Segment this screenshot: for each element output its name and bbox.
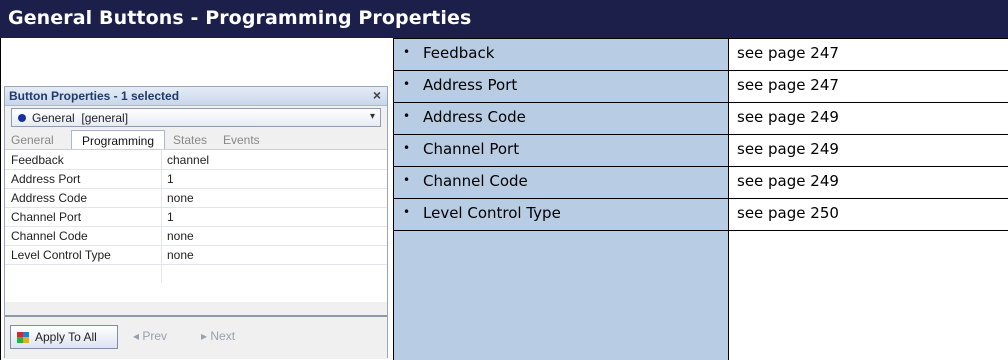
panel-toolbar: Apply To All ◂ Prev ▸ Next	[5, 315, 387, 359]
panel-tabs: General Programming States Events	[5, 130, 387, 149]
property-row: • Address Port	[394, 71, 729, 102]
bullet-icon: •	[403, 45, 411, 59]
grid-row[interactable]: Channel Code none	[5, 226, 387, 246]
grid-value[interactable]: channel	[167, 153, 209, 167]
property-name: Feedback	[423, 44, 495, 62]
apply-all-icon	[17, 332, 29, 343]
grid-row[interactable]: Address Port 1	[5, 169, 387, 189]
grid-row[interactable]: Level Control Type none	[5, 245, 387, 265]
grid-value[interactable]: 1	[167, 172, 174, 186]
page-reference[interactable]: see page 249	[737, 172, 839, 190]
section-title: General Buttons - Programming Properties	[8, 7, 472, 29]
grid-key: Channel Code	[11, 229, 88, 243]
property-name: Address Port	[423, 76, 518, 94]
button-properties-panel: Button Properties - 1 selected × General…	[4, 86, 388, 359]
property-name: Level Control Type	[423, 204, 561, 222]
grid-row[interactable]: Channel Port 1	[5, 207, 387, 227]
property-row: • Channel Code	[394, 167, 729, 198]
property-name: Channel Port	[423, 140, 520, 158]
property-row: • Feedback	[394, 39, 729, 70]
property-grid: Feedback channel Address Port 1 Address …	[5, 149, 387, 302]
tab-programming[interactable]: Programming	[71, 130, 165, 149]
prev-button[interactable]: ◂ Prev	[133, 329, 167, 343]
grid-key: Address Code	[11, 191, 88, 205]
button-type-dropdown[interactable]: General [general] ▾	[11, 108, 381, 127]
property-row: • Address Code	[394, 103, 729, 134]
property-reference: see page 250	[729, 199, 1008, 230]
page-reference[interactable]: see page 249	[737, 140, 839, 158]
property-reference: see page 247	[729, 39, 1008, 70]
bullet-icon: •	[403, 173, 411, 187]
grid-value[interactable]: none	[167, 229, 194, 243]
property-name: Channel Code	[423, 172, 528, 190]
dropdown-value: General [general]	[32, 111, 129, 125]
apply-to-all-button[interactable]: Apply To All	[10, 325, 118, 349]
bullet-icon: •	[403, 77, 411, 91]
tab-states[interactable]: States	[171, 130, 217, 149]
property-row: • Level Control Type	[394, 199, 729, 230]
grid-key: Address Port	[11, 172, 81, 186]
apply-to-all-label: Apply To All	[35, 330, 97, 344]
property-row: • Channel Port	[394, 135, 729, 166]
tab-events[interactable]: Events	[221, 130, 273, 149]
page-reference[interactable]: see page 249	[737, 108, 839, 126]
bullet-dot-icon	[18, 114, 26, 122]
section-title-bar: General Buttons - Programming Properties	[0, 0, 1008, 38]
panel-title-bar: Button Properties - 1 selected ×	[5, 87, 387, 106]
grid-value[interactable]: none	[167, 248, 194, 262]
property-reference: see page 249	[729, 135, 1008, 166]
property-reference: see page 247	[729, 71, 1008, 102]
grid-value[interactable]: none	[167, 191, 194, 205]
grid-row[interactable]: Address Code none	[5, 188, 387, 208]
grid-row[interactable]: Feedback channel	[5, 150, 387, 170]
row-divider	[394, 230, 1008, 231]
close-icon[interactable]: ×	[373, 87, 381, 103]
property-reference: see page 249	[729, 167, 1008, 198]
grid-key: Channel Port	[11, 210, 82, 224]
tab-general[interactable]: General	[9, 130, 67, 149]
page-reference[interactable]: see page 247	[737, 76, 839, 94]
bullet-icon: •	[403, 109, 411, 123]
grid-key: Feedback	[11, 153, 64, 167]
property-name: Address Code	[423, 108, 526, 126]
chevron-down-icon[interactable]: ▾	[370, 111, 375, 122]
panel-title: Button Properties - 1 selected	[9, 89, 180, 103]
bullet-icon: •	[403, 141, 411, 155]
next-button[interactable]: ▸ Next	[201, 329, 235, 343]
page-reference[interactable]: see page 250	[737, 204, 839, 222]
property-reference: see page 249	[729, 103, 1008, 134]
bullet-icon: •	[403, 205, 411, 219]
page-reference[interactable]: see page 247	[737, 44, 839, 62]
grid-key: Level Control Type	[11, 248, 111, 262]
grid-value[interactable]: 1	[167, 210, 174, 224]
